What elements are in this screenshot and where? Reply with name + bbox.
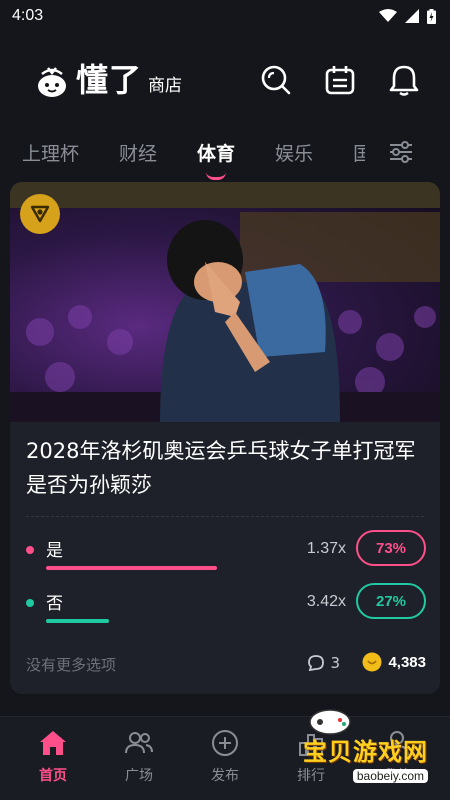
market-question[interactable]: 2028年洛杉矶奥运会乒乓球女子单打冠军是否为孙颖莎 xyxy=(26,434,426,502)
search-icon xyxy=(261,65,291,95)
logo-main-text: 懂了 xyxy=(76,61,143,99)
nav-square[interactable]: 广场 xyxy=(104,729,174,800)
option-yes-probability-bar xyxy=(46,566,217,570)
nav-square-label: 广场 xyxy=(125,768,153,784)
option-no-label: 否 xyxy=(46,594,63,614)
mascot-logo-icon xyxy=(38,67,66,97)
option-yes-percent-button[interactable]: 73% xyxy=(356,530,426,566)
option-no-probability-bar xyxy=(46,619,109,623)
site-watermark: 宝贝游戏网 baobeiy.com xyxy=(272,709,428,783)
ping-pong-paddle-icon xyxy=(30,205,50,223)
filter-sliders-icon xyxy=(390,141,412,163)
app-logo: 懂了 商店 xyxy=(34,60,182,100)
coin-pool: 4,383 xyxy=(362,652,426,672)
coin-icon xyxy=(362,652,382,672)
tabs-filter-button[interactable] xyxy=(388,140,414,164)
status-bar: 4:03 xyxy=(0,0,450,32)
category-tabs: 上理杯 财经 体育 娱乐 国 xyxy=(0,130,450,180)
status-icons xyxy=(379,8,436,24)
comment-count-value: 3 xyxy=(330,654,340,672)
nav-home[interactable]: 首页 xyxy=(18,729,88,800)
battery-icon xyxy=(427,8,436,24)
option-no-dot xyxy=(26,599,34,607)
watermark-url: baobeiy.com xyxy=(352,769,428,783)
prediction-card[interactable]: 2028年洛杉矶奥运会乒乓球女子单打冠军是否为孙颖莎 是 1.37x 73% 否… xyxy=(10,182,440,694)
active-tab-indicator xyxy=(206,172,227,180)
option-no[interactable]: 否 3.42x 27% xyxy=(26,583,426,627)
option-no-odds: 3.42x xyxy=(306,593,346,610)
people-icon xyxy=(125,732,153,754)
nav-home-label: 首页 xyxy=(39,768,67,784)
sports-category-badge xyxy=(20,194,60,234)
no-more-options-text: 没有更多选项 xyxy=(26,656,117,674)
tab-shangli-cup[interactable]: 上理杯 xyxy=(22,139,79,166)
table-tennis-player-photo xyxy=(10,182,440,422)
notifications-button[interactable] xyxy=(386,62,422,98)
calendar-button[interactable] xyxy=(322,62,358,98)
event-photo xyxy=(10,182,440,422)
signal-icon xyxy=(405,9,419,23)
option-yes[interactable]: 是 1.37x 73% xyxy=(26,530,426,574)
calendar-icon xyxy=(325,66,355,95)
tab-entertainment[interactable]: 娱乐 xyxy=(275,139,313,166)
card-divider xyxy=(26,516,424,517)
coin-count-value: 4,383 xyxy=(388,653,426,671)
wifi-icon xyxy=(379,9,397,22)
plus-circle-icon xyxy=(212,730,238,756)
option-yes-dot xyxy=(26,546,34,554)
header-actions xyxy=(258,62,422,98)
comments-count[interactable]: 3 xyxy=(307,654,340,672)
tab-next-clipped[interactable]: 国 xyxy=(353,139,365,166)
nav-publish-label: 发布 xyxy=(211,768,239,784)
logo-sub-text: 商店 xyxy=(148,76,183,96)
bell-icon xyxy=(389,65,419,96)
search-button[interactable] xyxy=(258,62,294,98)
watermark-title: 宝贝游戏网 xyxy=(303,738,428,766)
home-icon xyxy=(40,731,66,755)
app-header: 懂了 商店 xyxy=(0,40,450,120)
option-yes-odds: 1.37x xyxy=(306,540,346,557)
game-controller-icon xyxy=(309,709,351,735)
option-no-percent-button[interactable]: 27% xyxy=(356,583,426,619)
tab-finance[interactable]: 财经 xyxy=(119,139,157,166)
card-footer: 没有更多选项 3 4,383 xyxy=(26,652,426,676)
tab-sports[interactable]: 体育 xyxy=(197,139,236,180)
status-time: 4:03 xyxy=(12,7,44,24)
tab-sports-label: 体育 xyxy=(197,142,236,165)
comment-bubble-icon xyxy=(308,655,325,672)
nav-publish[interactable]: 发布 xyxy=(190,729,260,800)
option-yes-label: 是 xyxy=(46,541,63,561)
